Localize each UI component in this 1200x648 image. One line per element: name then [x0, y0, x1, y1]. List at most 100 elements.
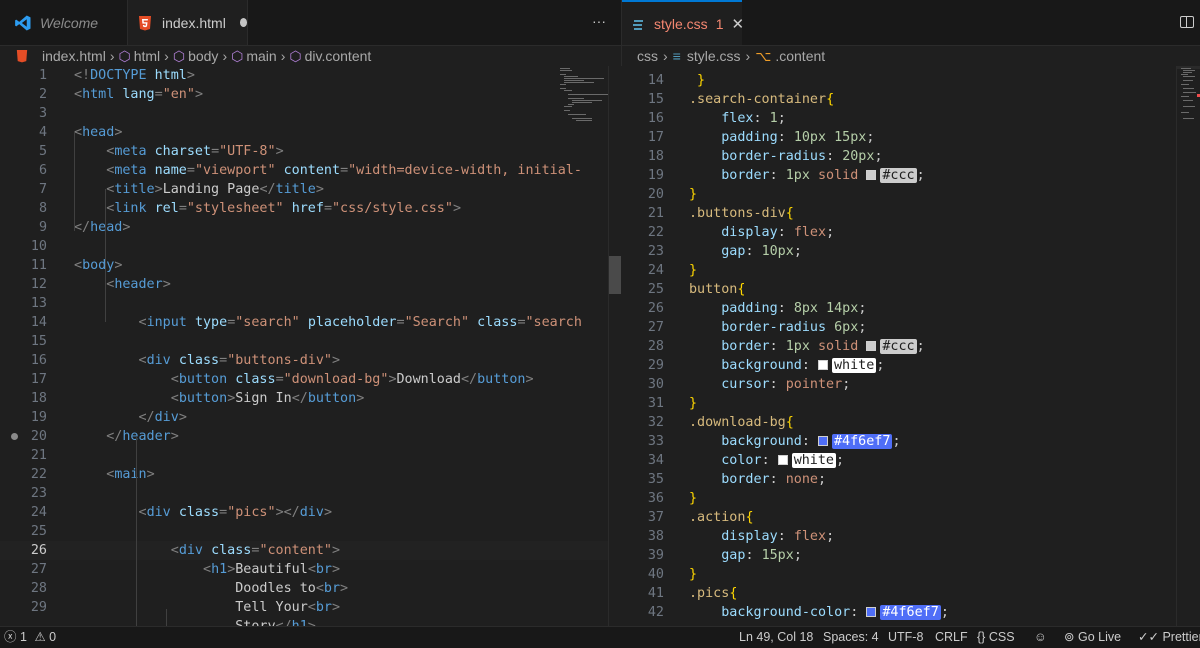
code-line[interactable]: 18 <button>Sign In</button>	[0, 389, 608, 408]
code-line[interactable]: 17 padding: 10px 15px;	[621, 128, 1181, 147]
breadcrumb-body[interactable]: body	[188, 48, 218, 64]
code-line[interactable]: 18 border-radius: 20px;	[621, 147, 1181, 166]
tab-index-html[interactable]: index.html	[128, 0, 248, 45]
code-line[interactable]: 36}	[621, 489, 1181, 508]
more-actions-button[interactable]: ···	[588, 13, 610, 31]
code-line[interactable]: 24}	[621, 261, 1181, 280]
color-swatch[interactable]	[818, 436, 828, 446]
color-swatch[interactable]	[818, 360, 828, 370]
unsaved-dot-icon[interactable]	[239, 18, 247, 27]
indentation[interactable]: Spaces: 4	[823, 627, 879, 648]
code-line[interactable]: 30 cursor: pointer;	[621, 375, 1181, 394]
code-line[interactable]: 35 border: none;	[621, 470, 1181, 489]
code-line[interactable]: 32 .download-bg{	[621, 413, 1181, 432]
code-line[interactable]: 42 background-color: #4f6ef7;	[621, 603, 1181, 622]
code-line[interactable]: 19 </div>	[0, 408, 608, 427]
code-line[interactable]: 20 </header>	[0, 427, 608, 446]
code-line[interactable]: 16 <div class="buttons-div">	[0, 351, 608, 370]
encoding[interactable]: UTF-8	[888, 627, 923, 648]
code-line[interactable]: 1 <!DOCTYPE html>	[0, 66, 608, 85]
code-line[interactable]: 25	[0, 522, 608, 541]
breadcrumb-file[interactable]: index.html	[42, 48, 106, 64]
split-editor-button[interactable]	[1180, 16, 1194, 28]
cube-icon: ⬡	[231, 47, 244, 64]
prettier-button[interactable]: ✓✓ Prettier	[1138, 627, 1200, 648]
breadcrumb-file[interactable]: style.css	[687, 48, 741, 64]
close-icon[interactable]: ✕	[731, 15, 744, 33]
language-mode[interactable]: {} CSS	[977, 627, 1015, 648]
code-token: header	[114, 277, 163, 292]
code-line[interactable]: 20}	[621, 185, 1181, 204]
code-line[interactable]: 9 </head>	[0, 218, 608, 237]
code-line[interactable]: 15	[0, 332, 608, 351]
problems-indicator[interactable]: ⓧ 1 ⚠ 0	[4, 627, 56, 648]
line-ending[interactable]: CRLF	[935, 627, 968, 648]
color-swatch[interactable]	[777, 455, 788, 465]
code-line[interactable]: 4 <head>	[0, 123, 608, 142]
go-live-button[interactable]: ⊚ Go Live	[1064, 627, 1121, 648]
minimap[interactable]	[556, 66, 608, 166]
indent-guide	[166, 609, 167, 626]
color-swatch[interactable]	[866, 607, 877, 617]
code-line[interactable]: 13	[0, 294, 608, 313]
code-line[interactable]: 14 }	[621, 71, 1181, 90]
code-line[interactable]: 40}	[621, 565, 1181, 584]
code-line[interactable]: 3	[0, 104, 608, 123]
cursor-position[interactable]: Ln 49, Col 18	[739, 627, 813, 648]
code-line[interactable]: 22 <main>	[0, 465, 608, 484]
code-line[interactable]: 7 <title>Landing Page</title>	[0, 180, 608, 199]
breadcrumb-main[interactable]: main	[246, 48, 276, 64]
breadcrumb-selector[interactable]: .content	[775, 48, 825, 64]
html-editor[interactable]: 1 <!DOCTYPE html> 2 <html lang="en"> 3 4 <head…	[0, 66, 608, 626]
breadcrumb-folder[interactable]: css	[637, 48, 658, 64]
code-line[interactable]: 19 border: 1px solid #ccc;	[621, 166, 1181, 185]
breakpoint-dot-icon[interactable]	[11, 433, 18, 440]
code-line[interactable]: 6 <meta name="viewport" content="width=d…	[0, 161, 608, 180]
code-line[interactable]: 28 border: 1px solid #ccc;	[621, 337, 1181, 356]
breadcrumb-div-content[interactable]: div.content	[305, 48, 372, 64]
code-line[interactable]: 15 .search-container{	[621, 90, 1181, 109]
code-line[interactable]: 26 <div class="content">	[0, 541, 608, 560]
code-line[interactable]: 23 gap: 10px;	[621, 242, 1181, 261]
code-line[interactable]: 25 button{	[621, 280, 1181, 299]
code-line[interactable]: 41 .pics{	[621, 584, 1181, 603]
code-line[interactable]: 8 <link rel="stylesheet" href="css/style…	[0, 199, 608, 218]
code-line[interactable]: 31}	[621, 394, 1181, 413]
code-line[interactable]: 33 background: #4f6ef7;	[621, 432, 1181, 451]
code-line[interactable]: Story</h1>	[0, 617, 608, 626]
code-line[interactable]: 5 <meta charset="UTF-8">	[0, 142, 608, 161]
code-line[interactable]: 22 display: flex;	[621, 223, 1181, 242]
minimap[interactable]	[1176, 66, 1200, 626]
code-line[interactable]: 29 Tell Your<br>	[0, 598, 608, 617]
tab-welcome[interactable]: Welcome	[0, 0, 128, 45]
code-line[interactable]: 14 <input type="search" placeholder="Sea…	[0, 313, 608, 332]
copilot-icon[interactable]: ☺	[1034, 627, 1047, 648]
tab-style-css[interactable]: style.css 1 ✕	[622, 0, 744, 45]
code-token: ;	[826, 225, 835, 240]
code-line[interactable]: 27 <h1>Beautiful<br>	[0, 560, 608, 579]
code-line[interactable]: 27 border-radius 6px;	[621, 318, 1181, 337]
code-line[interactable]: 24 <div class="pics"></div>	[0, 503, 608, 522]
code-line[interactable]: 34 color: white;	[621, 451, 1181, 470]
code-line[interactable]: 16 flex: 1;	[621, 109, 1181, 128]
css-editor[interactable]: 14 } 15 .search-container{16 flex: 1; 17 pa…	[621, 66, 1181, 626]
code-token: solid	[818, 339, 867, 354]
code-line[interactable]: 29 background: white;	[621, 356, 1181, 375]
breadcrumb-html[interactable]: html	[134, 48, 160, 64]
code-line[interactable]: 37 .action{	[621, 508, 1181, 527]
color-swatch[interactable]	[866, 341, 877, 351]
code-line[interactable]: 11 <body>	[0, 256, 608, 275]
code-line[interactable]: 17 <button class="download-bg">Download<…	[0, 370, 608, 389]
color-swatch[interactable]	[866, 170, 877, 180]
code-line[interactable]: 10	[0, 237, 608, 256]
code-line[interactable]: 28 Doodles to<br>	[0, 579, 608, 598]
code-line[interactable]: 23	[0, 484, 608, 503]
code-line[interactable]: 21 .buttons-div{	[621, 204, 1181, 223]
code-line[interactable]: 26 padding: 8px 14px;	[621, 299, 1181, 318]
code-line[interactable]: 39 gap: 15px;	[621, 546, 1181, 565]
code-line[interactable]: 12 <header>	[0, 275, 608, 294]
code-line[interactable]: 38 display: flex;	[621, 527, 1181, 546]
code-line[interactable]: 2 <html lang="en">	[0, 85, 608, 104]
code-line[interactable]: 21	[0, 446, 608, 465]
